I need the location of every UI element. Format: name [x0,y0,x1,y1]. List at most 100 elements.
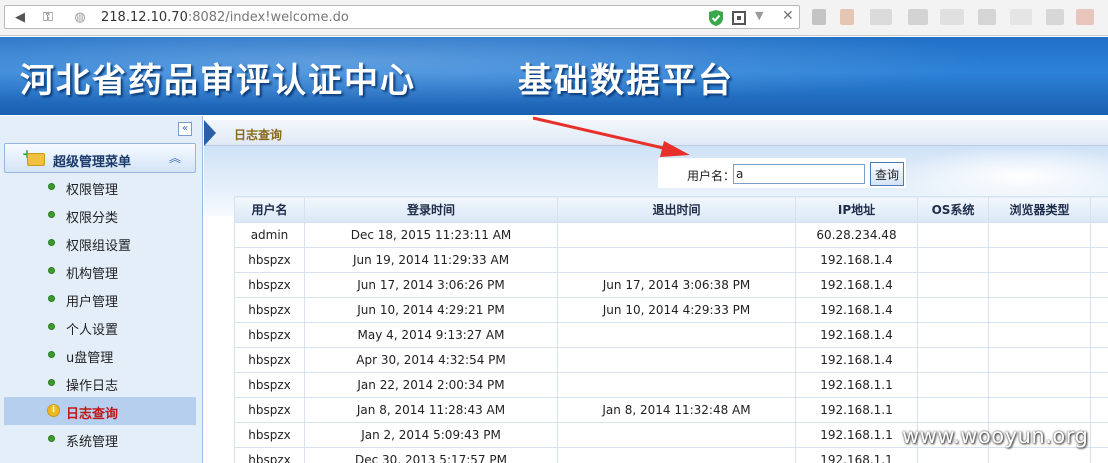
column-header[interactable]: 登录时间 [304,196,558,223]
table-cell-extra [1090,247,1108,273]
column-header[interactable]: 用户名 [234,196,305,223]
qr-code-icon[interactable] [732,11,746,25]
sidebar-item[interactable]: 权限分类 [4,201,196,229]
chevron-up-icon[interactable]: ︽ [169,149,181,166]
sidebar-item[interactable]: 系统管理 [4,425,196,453]
table-cell [917,222,989,248]
table-cell [917,347,989,373]
log-table: 用户名 登录时间 退出时间 IP地址 OS系统 浏览器类型 admin Dec 18, 20… [234,196,1108,463]
table-row: hbspzx Jan 8, 2014 11:28:43 AM Jan 8, 2014… [234,397,1108,423]
browser-toolbar: ◀ ⚿ ◍ 218.12.10.70:8082/index!welcome.do… [0,0,1108,36]
org-title: 河北省药品审评认证中心 [20,61,416,101]
table-cell: Jan 2, 2014 5:09:43 PM [304,422,558,448]
column-header[interactable]: OS系统 [917,196,989,223]
table-cell [988,272,1091,298]
close-icon[interactable]: ✕ [782,8,794,24]
table-cell [557,322,796,348]
sidebar-item[interactable]: u盘管理 [4,341,196,369]
search-form: 用户名： 查询 [658,158,906,188]
bullet-icon [48,295,55,302]
address-url[interactable]: 218.12.10.70:8082/index!welcome.do [101,10,349,25]
table-cell: 192.168.1.4 [795,272,918,298]
table-cell-extra [1090,347,1108,373]
table-cell: May 4, 2014 9:13:27 AM [304,322,558,348]
table-cell: admin [234,222,305,248]
table-cell: 192.168.1.1 [795,397,918,423]
table-cell [917,322,989,348]
sidebar-item-label: 权限分类 [66,211,119,226]
table-cell: 192.168.1.4 [795,322,918,348]
watermark-text: www.wooyun.org [902,424,1089,448]
folder-icon [27,153,45,166]
table-cell: Dec 30, 2013 5:17:57 PM [304,447,558,463]
table-row: hbspzx Jan 22, 2014 2:00:34 PM 192.168.1.1 [234,372,1108,398]
table-cell: Jan 22, 2014 2:00:34 PM [304,372,558,398]
sidebar-item-label: u盘管理 [66,351,114,366]
table-cell: 192.168.1.4 [795,347,918,373]
table-row: hbspzx Apr 30, 2014 4:32:54 PM 192.168.1.4 [234,347,1108,373]
table-cell: Jun 17, 2014 3:06:38 PM [557,272,796,298]
column-header[interactable]: 退出时间 [557,196,796,223]
sidebar-item[interactable]: 机构管理 [4,257,196,285]
dropdown-icon[interactable]: ▼ [755,9,763,22]
table-cell-extra [1090,422,1108,448]
table-cell [988,372,1091,398]
back-icon[interactable]: ◀ [11,9,29,27]
tab-marker-icon [204,120,216,146]
menu-group-title: 超级管理菜单 [53,155,132,170]
table-row: hbspzx Dec 30, 2013 5:17:57 PM 192.168.1.1 [234,447,1108,463]
table-cell: Jan 8, 2014 11:28:43 AM [304,397,558,423]
key-icon: ⚿ [43,10,53,25]
bullet-icon [48,267,55,274]
table-row: hbspzx Jun 10, 2014 4:29:21 PM Jun 10, 201… [234,297,1108,323]
sidebar-item[interactable]: 操作日志 [4,369,196,397]
shield-icon[interactable] [708,9,724,27]
page-tab-bar: 日志查询 [204,120,1108,146]
table-cell: hbspzx [234,422,305,448]
globe-icon: ◍ [74,10,86,25]
table-cell: hbspzx [234,297,305,323]
table-cell-extra [1090,222,1108,248]
table-row: admin Dec 18, 2015 11:23:11 AM 60.28.234.4… [234,222,1108,248]
table-cell [917,447,989,463]
table-cell-extra [1090,447,1108,463]
table-cell [557,447,796,463]
table-cell [917,247,989,273]
table-cell: 192.168.1.1 [795,372,918,398]
collapse-sidebar-button[interactable]: « [178,122,192,136]
table-cell [988,447,1091,463]
table-cell: 192.168.1.1 [795,422,918,448]
table-cell: Jun 19, 2014 11:29:33 AM [304,247,558,273]
table-cell [917,397,989,423]
menu-group-header[interactable]: + 超级管理菜单 ︽ [4,143,196,173]
table-cell: hbspzx [234,347,305,373]
table-cell: hbspzx [234,272,305,298]
sidebar-item-label: 用户管理 [66,295,119,310]
table-cell: 192.168.1.1 [795,447,918,463]
table-cell: Apr 30, 2014 4:32:54 PM [304,347,558,373]
table-cell: Jan 8, 2014 11:32:48 AM [557,397,796,423]
sidebar-item[interactable]: 权限管理 [4,173,196,201]
sidebar-item-label: 操作日志 [66,379,119,394]
sidebar-item-label: 个人设置 [66,323,119,338]
table-cell: hbspzx [234,247,305,273]
table-cell [917,372,989,398]
bullet-icon [48,351,55,358]
column-header[interactable]: 浏览器类型 [988,196,1091,223]
query-button[interactable]: 查询 [870,162,904,186]
table-cell: hbspzx [234,322,305,348]
table-cell [557,347,796,373]
table-cell [988,247,1091,273]
address-bar[interactable]: ◀ ⚿ ◍ 218.12.10.70:8082/index!welcome.do… [4,5,800,29]
sidebar-item[interactable]: 权限组设置 [4,229,196,257]
sidebar-item[interactable]: 用户管理 [4,285,196,313]
sidebar-item[interactable]: i 日志查询 [4,397,196,425]
bullet-icon [48,379,55,386]
column-header-extra [1090,196,1108,223]
username-input[interactable] [733,164,865,184]
sidebar-item-label: 日志查询 [66,407,119,422]
sidebar-item[interactable]: 个人设置 [4,313,196,341]
table-cell: hbspzx [234,447,305,463]
sidebar-item-label: 系统管理 [66,435,119,450]
column-header[interactable]: IP地址 [795,196,918,223]
